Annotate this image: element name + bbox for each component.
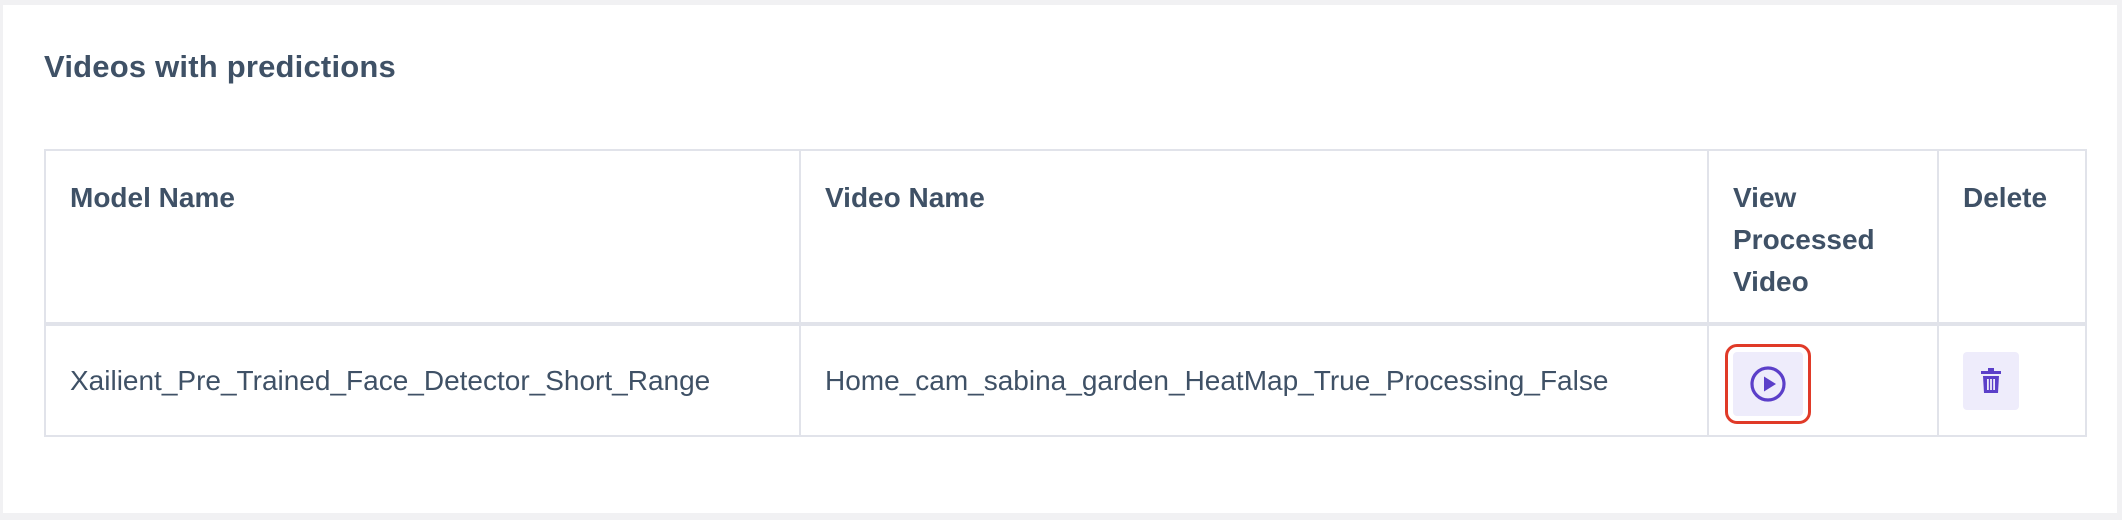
header-model-name: Model Name bbox=[44, 149, 801, 325]
videos-card: Videos with predictions Model Name Video… bbox=[3, 5, 2117, 513]
header-delete: Delete bbox=[1937, 149, 2087, 325]
play-circle-icon bbox=[1749, 365, 1787, 403]
cell-delete bbox=[1937, 323, 2087, 437]
table-row: Xailient_Pre_Trained_Face_Detector_Short… bbox=[44, 323, 2087, 437]
predictions-table: Model Name Video Name View Processed Vid… bbox=[44, 149, 2087, 437]
cell-model-name: Xailient_Pre_Trained_Face_Detector_Short… bbox=[44, 323, 801, 437]
view-processed-video-button[interactable] bbox=[1725, 343, 1811, 424]
cell-video-name: Home_cam_sabina_garden_HeatMap_True_Proc… bbox=[799, 323, 1709, 437]
header-view-processed-video: View Processed Video bbox=[1707, 149, 1939, 325]
trash-icon bbox=[1980, 367, 2002, 394]
header-video-name: Video Name bbox=[799, 149, 1709, 325]
page-title: Videos with predictions bbox=[44, 49, 396, 84]
cell-view bbox=[1707, 323, 1939, 437]
table-header-row: Model Name Video Name View Processed Vid… bbox=[44, 149, 2087, 325]
delete-button[interactable] bbox=[1963, 351, 2019, 410]
